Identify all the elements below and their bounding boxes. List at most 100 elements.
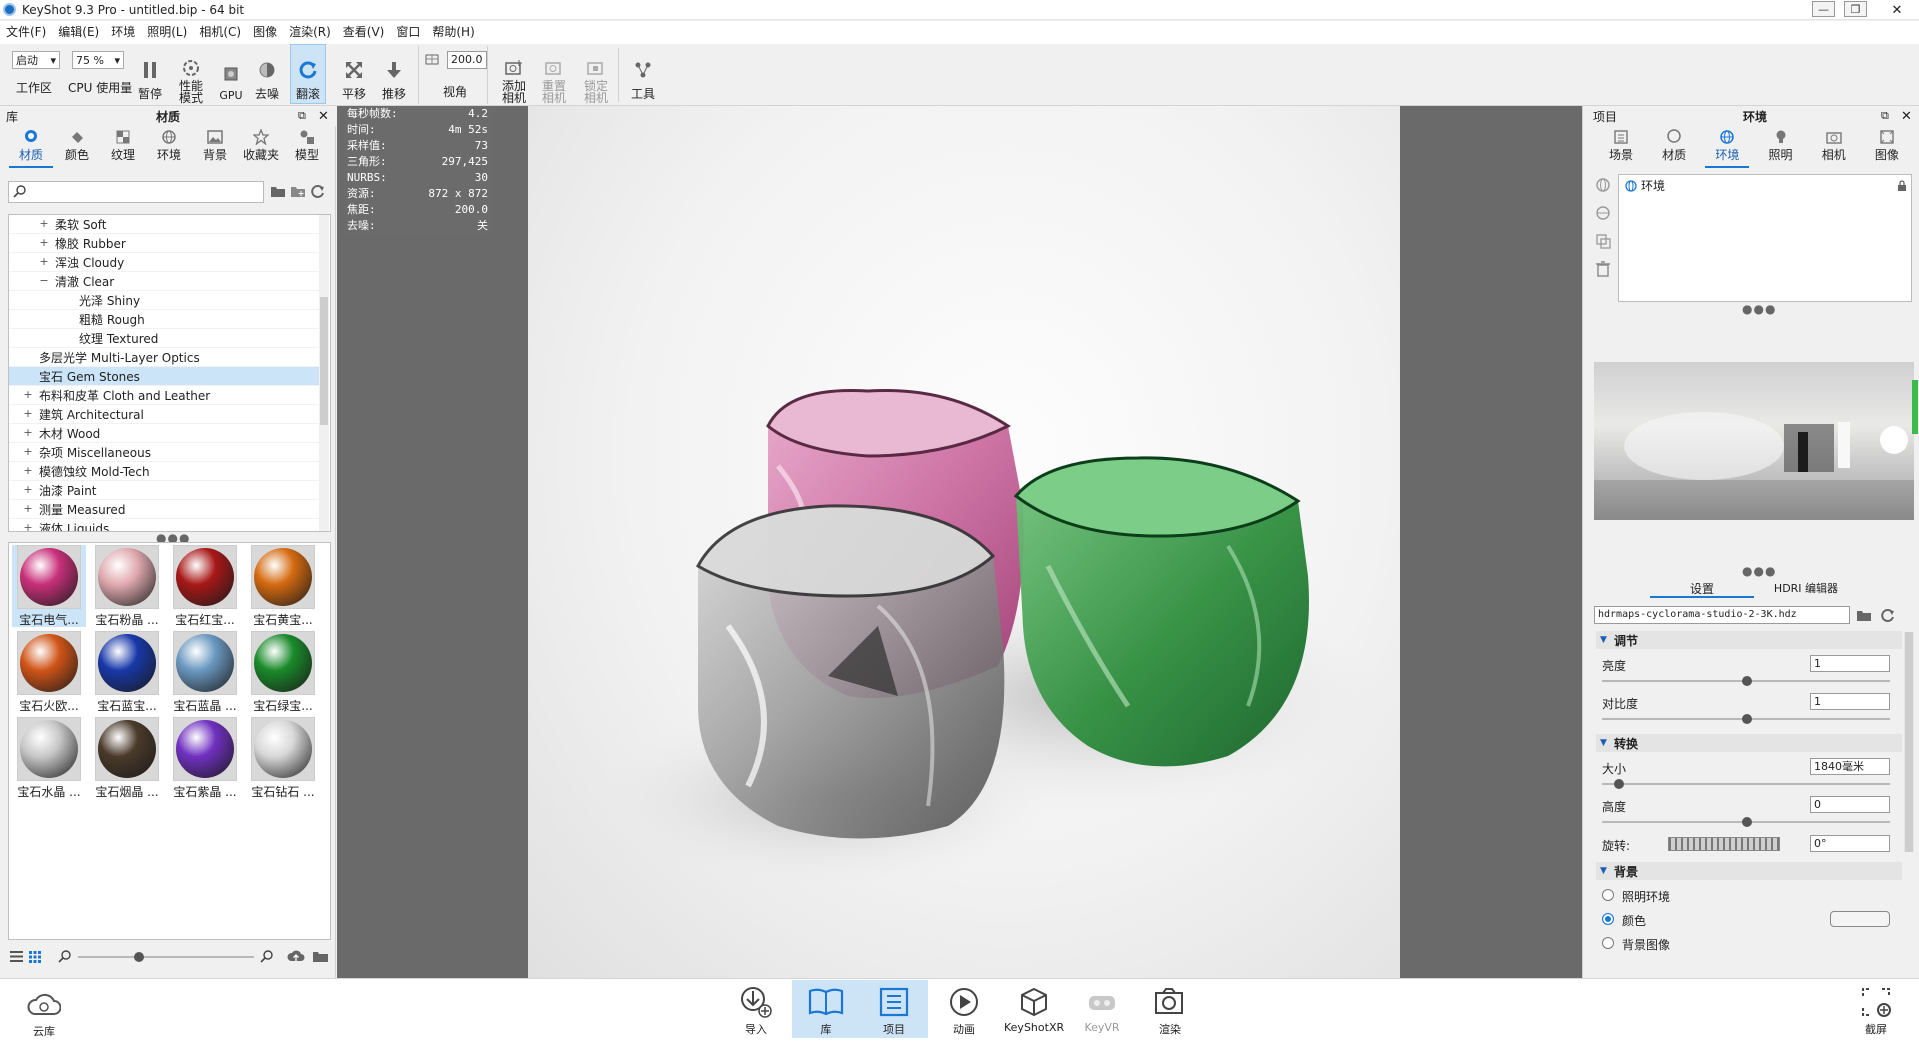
tree-item[interactable]: 粗糙 Rough — [9, 310, 320, 329]
tab-materials[interactable]: 材质 — [8, 128, 54, 168]
splitter-handle[interactable]: ●●● — [1742, 302, 1776, 316]
hdri-file-input[interactable]: hdrmaps-cyclorama-studio-2-3K.hdz — [1594, 606, 1850, 624]
slider-knob[interactable] — [1742, 676, 1752, 686]
render-canvas[interactable] — [528, 106, 1400, 978]
lock-icon[interactable] — [1897, 180, 1907, 191]
environment-list-item[interactable]: 环境 — [1621, 177, 1909, 194]
material-thumbnail[interactable]: 宝石黄宝... — [246, 545, 320, 627]
brightness-input[interactable]: 1 — [1810, 655, 1890, 672]
screenshot-button[interactable]: 截屏 — [1856, 983, 1896, 1037]
material-thumbnail[interactable]: 宝石蓝晶 ... — [168, 631, 242, 713]
render-button[interactable]: 渲染 — [1150, 983, 1190, 1037]
tab-textures[interactable]: 纹理 — [100, 128, 146, 168]
material-thumbnail[interactable]: 宝石红宝... — [168, 545, 242, 627]
tree-item[interactable]: + 建筑 Architectural — [9, 405, 320, 424]
library-toggle-button[interactable]: 库 — [806, 983, 846, 1037]
library-search-input[interactable] — [8, 181, 264, 203]
material-thumbnail[interactable]: 宝石水晶 ... — [12, 717, 86, 799]
folder-import-icon[interactable] — [312, 949, 329, 963]
menu-render[interactable]: 渲染(R) — [283, 21, 337, 43]
background-section-header[interactable]: ▼ 背景 — [1596, 862, 1902, 880]
contrast-slider[interactable] — [1602, 714, 1890, 724]
material-thumbnail[interactable]: 宝石钻石 ... — [246, 717, 320, 799]
tab-favorites[interactable]: 收藏夹 — [238, 128, 284, 168]
fov-input[interactable]: 200.0 — [447, 51, 487, 69]
menu-file[interactable]: 文件(F) — [0, 21, 52, 43]
material-thumbnail[interactable]: 宝石蓝宝... — [90, 631, 164, 713]
tree-item[interactable]: + 油漆 Paint — [9, 481, 320, 500]
tab-environments[interactable]: 环境 — [146, 128, 192, 168]
keyshotxr-button[interactable]: KeyShotXR — [1004, 983, 1064, 1034]
subtab-hdri-editor[interactable]: HDRI 编辑器 — [1754, 580, 1858, 598]
expand-icon[interactable]: + — [23, 446, 33, 457]
background-image-radio[interactable] — [1602, 937, 1614, 949]
hdri-preview[interactable] — [1594, 362, 1914, 520]
performance-mode-button[interactable]: 性能 模式 — [176, 46, 206, 104]
close-panel-icon[interactable]: ✕ — [1901, 109, 1912, 124]
add-camera-button[interactable]: 添加 相机 — [496, 46, 532, 104]
expand-icon[interactable]: + — [23, 484, 33, 495]
close-panel-icon[interactable]: ✕ — [318, 109, 329, 124]
add-environment-icon[interactable] — [1594, 176, 1612, 194]
brightness-slider[interactable] — [1602, 676, 1890, 686]
tab-image[interactable]: 图像 — [1862, 128, 1912, 168]
tree-item[interactable]: − 清澈 Clear — [9, 272, 320, 291]
expand-icon[interactable]: + — [39, 256, 49, 267]
expand-icon[interactable]: + — [39, 218, 49, 229]
background-color-swatch[interactable] — [1830, 911, 1890, 927]
expand-icon[interactable]: + — [23, 465, 33, 476]
denoise-button[interactable]: 去噪 — [252, 46, 282, 102]
tree-scrollbar[interactable] — [319, 215, 329, 531]
tree-item[interactable]: + 木材 Wood — [9, 424, 320, 443]
settings-scroll-thumb[interactable] — [1905, 632, 1913, 852]
lock-camera-button[interactable]: 锁定 相机 — [578, 46, 614, 104]
cpu-usage-dropdown[interactable]: 75 % ▾ — [72, 51, 124, 69]
dolly-button[interactable]: 推移 — [378, 46, 410, 102]
reset-camera-button[interactable]: 重置 相机 — [536, 46, 572, 104]
import-button[interactable]: 导入 — [736, 983, 776, 1037]
settings-scrollbar[interactable] — [1904, 632, 1914, 852]
slider-knob[interactable] — [1742, 714, 1752, 724]
tab-lighting[interactable]: 照明 — [1756, 128, 1806, 168]
tree-item[interactable]: 光泽 Shiny — [9, 291, 320, 310]
tree-item[interactable]: + 杂项 Miscellaneous — [9, 443, 320, 462]
material-thumbnail[interactable]: 宝石绿宝... — [246, 631, 320, 713]
tab-scene[interactable]: 场景 — [1596, 128, 1646, 168]
close-window-button[interactable]: ✕ — [1875, 0, 1919, 20]
tree-item[interactable]: 多层光学 Multi-Layer Optics — [9, 348, 320, 367]
expand-icon[interactable]: + — [23, 503, 33, 514]
tree-item[interactable]: + 模德蚀纹 Mold-Tech — [9, 462, 320, 481]
menu-edit[interactable]: 编辑(E) — [52, 21, 105, 43]
splitter-handle[interactable]: ●●● — [1742, 564, 1776, 578]
collapse-icon[interactable]: − — [39, 275, 49, 286]
menu-camera[interactable]: 相机(C) — [193, 21, 247, 43]
expand-icon[interactable]: + — [39, 237, 49, 248]
folder-open-icon[interactable] — [1856, 608, 1872, 622]
cloud-library-button[interactable]: 云库 — [24, 985, 64, 1039]
slider-knob[interactable] — [1614, 779, 1624, 789]
tree-item[interactable]: + 测量 Measured — [9, 500, 320, 519]
refresh-icon[interactable] — [1880, 608, 1895, 623]
keyvr-button[interactable]: KeyVR — [1082, 983, 1122, 1034]
tab-environment[interactable]: 环境 — [1702, 128, 1752, 168]
height-input[interactable]: 0 — [1810, 796, 1890, 813]
size-input[interactable]: 1840毫米 — [1810, 758, 1890, 775]
tab-material[interactable]: 材质 — [1649, 128, 1699, 168]
background-color-radio[interactable] — [1602, 913, 1614, 925]
grid-view-icon[interactable] — [29, 951, 41, 963]
pan-button[interactable]: 平移 — [338, 46, 370, 102]
material-thumbnail[interactable]: 宝石粉晶 ... — [90, 545, 164, 627]
refresh-icon[interactable] — [310, 184, 325, 199]
material-thumbnail[interactable]: 宝石紫晶 ... — [168, 717, 242, 799]
contrast-input[interactable]: 1 — [1810, 693, 1890, 710]
tab-models[interactable]: 模型 — [284, 128, 330, 168]
copy-environment-icon[interactable] — [1594, 232, 1612, 250]
float-panel-icon[interactable]: ⧉ — [1881, 109, 1889, 123]
menu-lighting[interactable]: 照明(L) — [141, 21, 193, 43]
expand-icon[interactable]: + — [23, 427, 33, 438]
height-slider[interactable] — [1602, 817, 1890, 827]
tree-item[interactable]: 纹理 Textured — [9, 329, 320, 348]
material-thumbnail[interactable]: 宝石火欧... — [12, 631, 86, 713]
tab-backplates[interactable]: 背景 — [192, 128, 238, 168]
tree-item[interactable]: + 柔软 Soft — [9, 215, 320, 234]
